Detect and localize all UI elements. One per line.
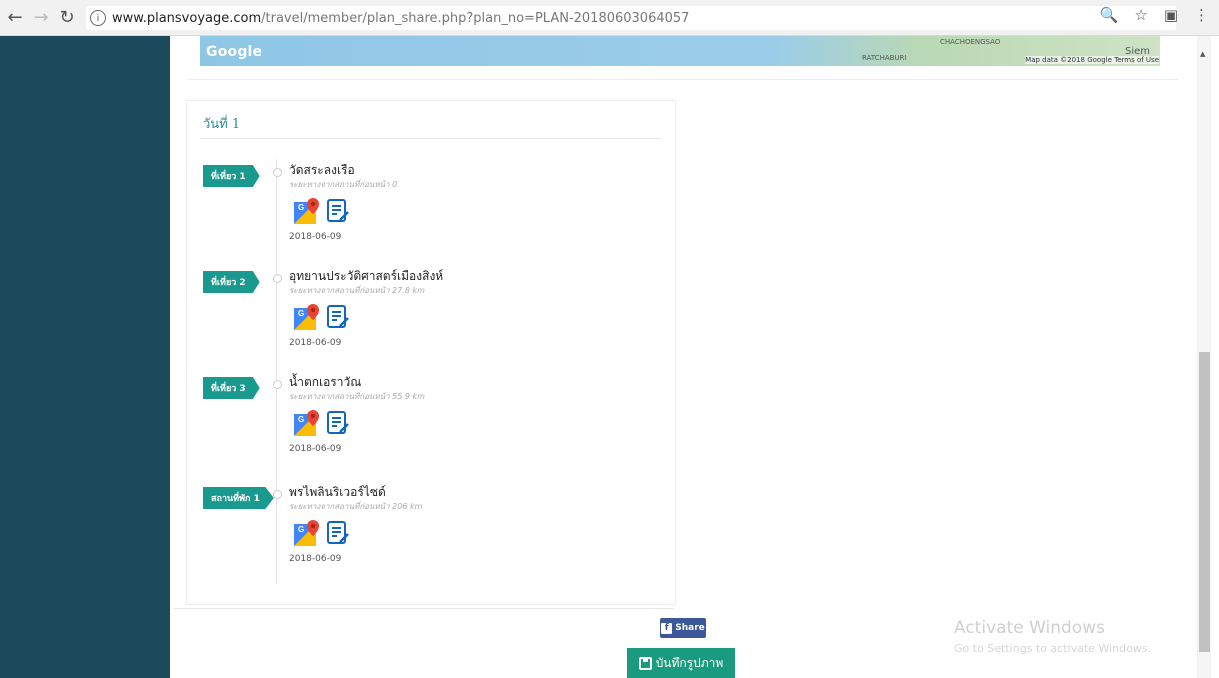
document-edit-icon[interactable] <box>325 410 351 436</box>
share-label: Share <box>675 623 705 633</box>
back-button[interactable]: ← <box>4 7 26 29</box>
google-maps-icon[interactable]: G <box>293 518 323 548</box>
stop-distance-note: ระยะทางจากสถานที่ก่อนหน้า 206 km <box>289 502 423 511</box>
map-attribution[interactable]: Map data ©2018 Google Terms of Use <box>1025 56 1159 64</box>
url-path: /travel/member/plan_share.php?plan_no=PL… <box>261 10 690 26</box>
star-icon[interactable]: ☆ <box>1134 6 1147 24</box>
save-icon <box>638 656 652 670</box>
kebab-menu-icon[interactable]: ⋮ <box>1194 6 1209 24</box>
reload-button[interactable]: ↻ <box>56 7 78 29</box>
forward-button[interactable]: → <box>30 7 52 29</box>
stop-date: 2018-06-09 <box>289 554 342 564</box>
activate-windows-subtitle: Go to Settings to activate Windows. <box>954 642 1152 655</box>
svg-text:G: G <box>298 203 304 212</box>
divider <box>174 608 674 609</box>
stop-badge: สถานที่พัก 1 <box>203 487 274 509</box>
facebook-share-button[interactable]: f Share <box>660 618 706 638</box>
zoom-icon[interactable]: 🔍 <box>1100 6 1119 24</box>
address-bar[interactable]: i www.plansvoyage.com /travel/member/pla… <box>86 6 1176 30</box>
timeline-dot <box>273 274 282 283</box>
timeline-stop: ที่เที่ยว 1 วัดสระลงเรือ ระยะทางจากสถานท… <box>187 159 677 264</box>
svg-text:G: G <box>298 309 304 318</box>
google-logo: Google <box>206 44 263 60</box>
facebook-icon: f <box>661 622 673 634</box>
svg-text:G: G <box>298 415 304 424</box>
google-maps-icon[interactable]: G <box>293 196 323 226</box>
stop-badge: ที่เที่ยว 1 <box>203 165 260 187</box>
google-maps-icon[interactable]: G <box>293 408 323 438</box>
stop-badge: ที่เที่ยว 3 <box>203 377 260 399</box>
map-view[interactable] <box>200 36 1160 66</box>
document-edit-icon[interactable] <box>325 520 351 546</box>
activate-windows-title: Activate Windows <box>954 618 1105 638</box>
timeline-stop: ที่เที่ยว 3 น้ำตกเอราวัณ ระยะทางจากสถานท… <box>187 371 677 476</box>
timeline-dot <box>273 168 282 177</box>
browser-toolbar: ← → ↻ i www.plansvoyage.com /travel/memb… <box>0 0 1219 36</box>
sidebar <box>0 36 170 678</box>
url-host: www.plansvoyage.com <box>112 10 262 26</box>
timeline-stop: สถานที่พัก 1 พรไพลินริเวอร์ไซด์ ระยะทางจ… <box>187 481 677 586</box>
stop-date: 2018-06-09 <box>289 338 342 348</box>
document-edit-icon[interactable] <box>325 304 351 330</box>
timeline-stop: ที่เที่ยว 2 อุทยานประวัติศาสตร์เมืองสิงห… <box>187 265 677 370</box>
stop-distance-note: ระยะทางจากสถานที่ก่อนหน้า 55.9 km <box>289 392 425 401</box>
google-maps-icon[interactable]: G <box>293 302 323 332</box>
divider <box>201 138 661 139</box>
svg-text:G: G <box>298 525 304 534</box>
timeline-dot <box>273 380 282 389</box>
map-label-chachoengsao: CHACHOENGSAO <box>940 38 1001 46</box>
scrollbar-thumb[interactable] <box>1199 352 1210 652</box>
timeline-dot <box>273 490 282 499</box>
stop-date: 2018-06-09 <box>289 444 342 454</box>
save-image-button[interactable]: บันทึกรูปภาพ <box>627 648 735 678</box>
map-card-footer <box>188 66 1178 80</box>
scroll-up-icon[interactable]: ▲ <box>1200 50 1205 58</box>
save-label: บันทึกรูปภาพ <box>655 655 724 670</box>
stop-date: 2018-06-09 <box>289 232 342 242</box>
document-edit-icon[interactable] <box>325 198 351 224</box>
stop-badge: ที่เที่ยว 2 <box>203 271 260 293</box>
stop-distance-note: ระยะทางจากสถานที่ก่อนหน้า 0 <box>289 180 398 189</box>
day-title: วันที่ 1 <box>203 117 241 132</box>
extension-icon[interactable]: ▣ <box>1164 6 1178 24</box>
stop-distance-note: ระยะทางจากสถานที่ก่อนหน้า 27.8 km <box>289 286 425 295</box>
day-card: วันที่ 1 ที่เที่ยว 1 วัดสระลงเรือ ระยะทา… <box>186 100 676 605</box>
map-label-ratchaburi: RATCHABURI <box>862 54 907 62</box>
info-icon[interactable]: i <box>90 10 106 26</box>
